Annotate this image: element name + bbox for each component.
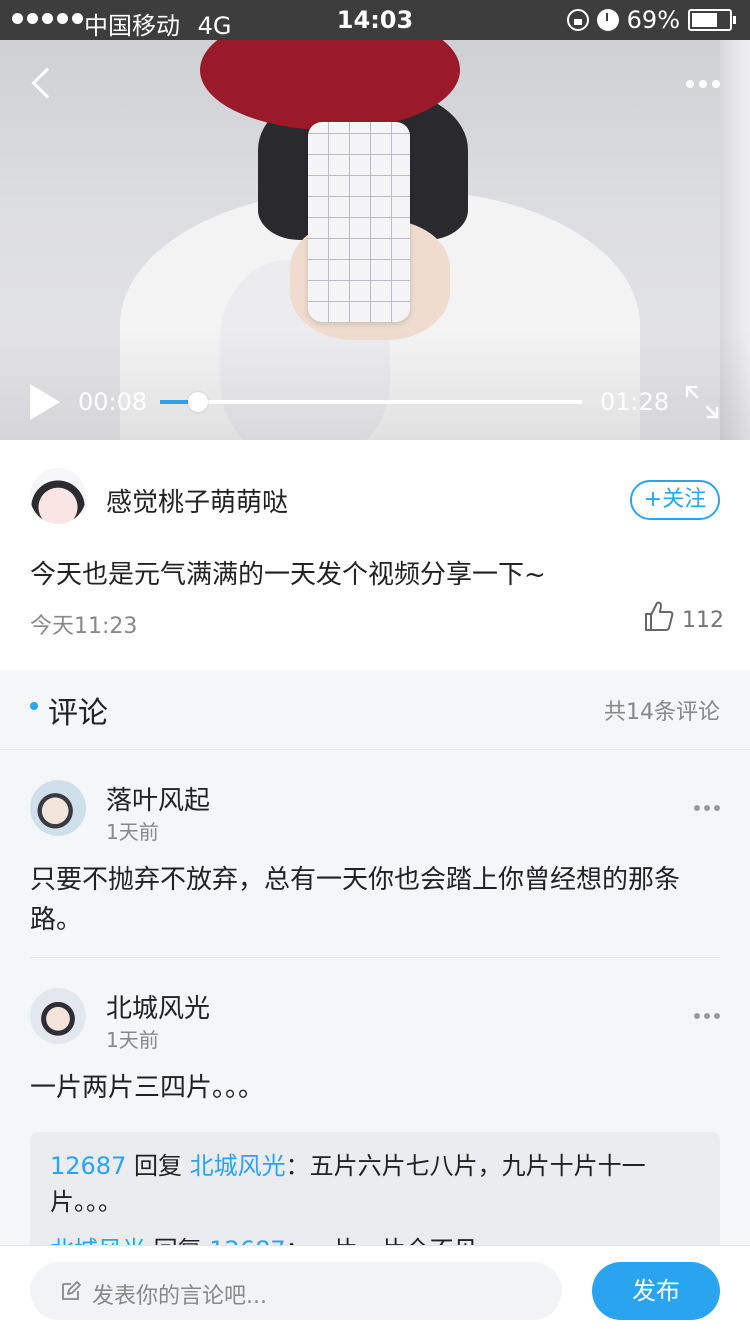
alarm-icon <box>596 9 619 31</box>
comment-more-icon[interactable] <box>694 805 720 811</box>
total-time: 01:28 <box>600 388 670 416</box>
section-dot-icon <box>30 702 38 710</box>
edit-icon <box>62 1281 81 1300</box>
comment-text: 只要不抛弃不放弃，总有一天你也会踏上你曾经想的那条路。 <box>30 865 681 935</box>
reply-verb: 回复 <box>134 1152 182 1180</box>
progress-bar[interactable] <box>160 392 582 412</box>
status-right: 69% <box>566 6 736 34</box>
commenter-avatar[interactable] <box>30 780 86 836</box>
comment-more-icon[interactable] <box>694 1013 720 1019</box>
comment-item: 北城风光 1天前 一片两片三四片。。。 <box>0 958 750 1128</box>
reply-to[interactable]: 北城风光 <box>190 1152 286 1180</box>
more-options-icon[interactable] <box>686 80 720 88</box>
send-button[interactable]: 发布 <box>592 1262 720 1320</box>
progress-knob[interactable] <box>187 392 208 412</box>
commenter-name[interactable]: 落叶风起 <box>106 780 210 817</box>
play-icon[interactable] <box>30 384 60 420</box>
video-player[interactable]: 00:08 01:28 <box>0 40 750 440</box>
comments-header: 评论 共14条评论 <box>0 670 750 750</box>
current-time: 00:08 <box>78 388 148 416</box>
reply-item[interactable]: 12687 回复 北城风光：五片六片七八片，九片十片十一片。。。 <box>50 1148 700 1220</box>
comments-count: 共14条评论 <box>604 700 720 725</box>
back-arrow-icon[interactable] <box>31 67 63 99</box>
author-name[interactable]: 感觉桃子萌萌哒 <box>106 482 288 519</box>
post-content: 今天也是元气满满的一天发个视频分享一下~ <box>30 560 546 590</box>
author-avatar[interactable] <box>30 468 86 524</box>
post-card: 感觉桃子萌萌哒 +关注 今天也是元气满满的一天发个视频分享一下~ 今天11:23… <box>0 440 750 670</box>
status-bar: 中国移动 4G 14:03 69% <box>0 0 750 40</box>
battery-percent: 69% <box>626 6 680 34</box>
follow-button[interactable]: +关注 <box>630 480 720 520</box>
commenter-avatar[interactable] <box>30 988 86 1044</box>
video-shade <box>0 330 750 440</box>
like-count: 112 <box>682 608 724 633</box>
comment-time: 1天前 <box>106 820 159 844</box>
post-time: 今天11:23 <box>30 614 138 639</box>
reply-from[interactable]: 12687 <box>50 1152 126 1180</box>
reply-thread: 12687 回复 北城风光：五片六片七八片，九片十片十一片。。。 北城风光 回复… <box>30 1132 720 1252</box>
comment-text: 一片两片三四片。。。 <box>30 1073 265 1103</box>
comment-input[interactable]: 发表你的言论吧... <box>30 1262 562 1320</box>
battery-icon <box>688 9 736 31</box>
comments-title: 评论 <box>48 696 108 731</box>
video-frame-phone <box>308 122 410 322</box>
comment-item: 落叶风起 1天前 只要不抛弃不放弃，总有一天你也会踏上你曾经想的那条路。 <box>0 750 750 958</box>
orientation-lock-icon <box>566 9 589 31</box>
battery-fill <box>692 13 717 27</box>
thumbs-up-icon[interactable] <box>644 600 674 632</box>
comment-input-placeholder: 发表你的言论吧... <box>92 1284 267 1309</box>
fullscreen-icon[interactable] <box>684 384 720 420</box>
comment-time: 1天前 <box>106 1028 159 1052</box>
commenter-name[interactable]: 北城风光 <box>106 988 210 1025</box>
bottom-bar: 发表你的言论吧... 发布 <box>0 1245 750 1334</box>
